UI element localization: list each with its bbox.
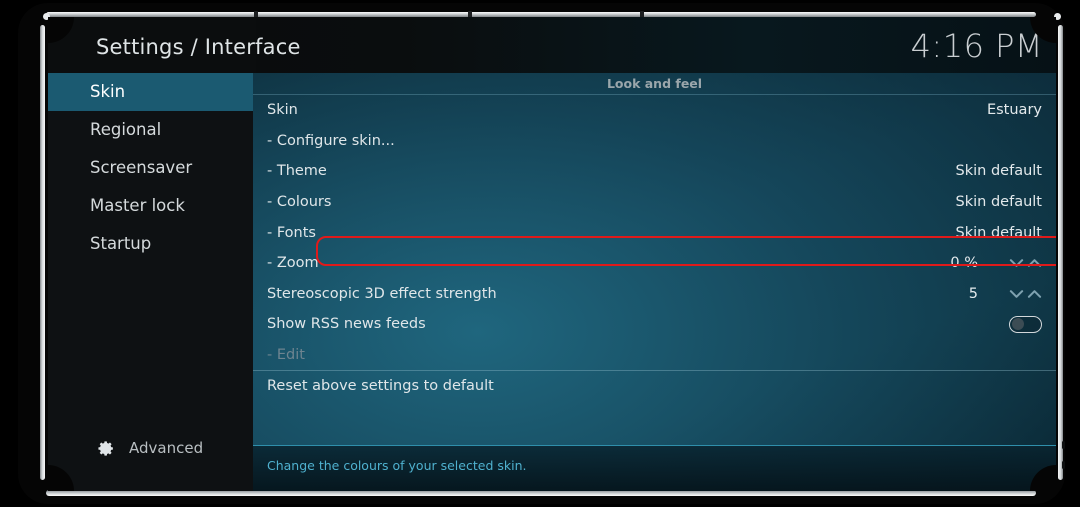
help-footer: Change the colours of your selected skin…: [253, 445, 1056, 491]
setting-row-show-rss-news-feeds[interactable]: Show RSS news feeds: [253, 309, 1056, 340]
setting-label: - Fonts: [267, 224, 316, 241]
sidebar-item-label: Startup: [90, 234, 152, 253]
page-title: Settings / Interface: [96, 35, 301, 59]
group-header: Look and feel: [253, 73, 1056, 95]
screen: Settings / Interface 4:16 PM Skin Region…: [48, 17, 1056, 491]
setting-label: Show RSS news feeds: [267, 316, 426, 333]
side-button[interactable]: [1062, 441, 1065, 449]
device-frame: Settings / Interface 4:16 PM Skin Region…: [18, 3, 1065, 504]
setting-row-edit: - Edit: [253, 340, 1056, 371]
settings-panel: Look and feel Skin Estuary - Configure s…: [253, 73, 1056, 491]
sidebar-item-screensaver[interactable]: Screensaver: [48, 149, 253, 187]
toggle-knob: [1012, 318, 1024, 331]
setting-row-theme[interactable]: - Theme Skin default: [253, 156, 1056, 187]
sidebar-item-label: Skin: [90, 82, 126, 101]
sidebar-item-label: Regional: [90, 120, 162, 139]
setting-value: 5: [968, 285, 978, 302]
setting-row-skin[interactable]: Skin Estuary: [253, 95, 1056, 126]
setting-row-zoom[interactable]: - Zoom 0 %: [253, 248, 1056, 279]
stereoscopic-spinner[interactable]: [998, 288, 1042, 300]
setting-label: Skin: [267, 102, 298, 119]
gear-icon: [98, 440, 115, 457]
sidebar-item-startup[interactable]: Startup: [48, 225, 253, 263]
setting-label: - Configure skin...: [267, 132, 395, 149]
setting-value: Estuary: [986, 102, 1042, 119]
chevron-up-icon[interactable]: [1027, 257, 1042, 269]
setting-row-configure-skin[interactable]: - Configure skin...: [253, 126, 1056, 157]
sidebar-item-label: Screensaver: [90, 158, 193, 177]
zoom-spinner[interactable]: [998, 257, 1042, 269]
setting-row-reset-to-default[interactable]: Reset above settings to default: [253, 370, 1056, 401]
setting-row-stereoscopic-3d[interactable]: Stereoscopic 3D effect strength 5: [253, 279, 1056, 310]
advanced-button-label: Advanced: [129, 439, 204, 457]
side-button[interactable]: [1062, 461, 1065, 469]
clock: 4:16 PM: [910, 27, 1043, 65]
top-bar: Settings / Interface 4:16 PM: [48, 17, 1056, 73]
help-text: Change the colours of your selected skin…: [267, 458, 527, 473]
advanced-button[interactable]: Advanced: [48, 433, 253, 463]
sidebar-item-regional[interactable]: Regional: [48, 111, 253, 149]
setting-label: - Colours: [267, 194, 332, 211]
sidebar-item-label: Master lock: [90, 196, 185, 215]
setting-row-colours[interactable]: - Colours Skin default: [253, 187, 1056, 218]
rss-toggle-switch[interactable]: [1009, 315, 1042, 333]
setting-value: Skin default: [955, 194, 1042, 211]
setting-value: 0 %: [950, 255, 978, 272]
setting-label: - Zoom: [267, 255, 319, 272]
sidebar: Skin Regional Screensaver Master lock St…: [48, 73, 253, 491]
sidebar-item-master-lock[interactable]: Master lock: [48, 187, 253, 225]
setting-value: Skin default: [955, 224, 1042, 241]
sidebar-item-skin[interactable]: Skin: [48, 73, 253, 111]
setting-value: Skin default: [955, 163, 1042, 180]
chevron-down-icon[interactable]: [1009, 257, 1024, 269]
bezel-left: [40, 25, 45, 480]
chevron-up-icon[interactable]: [1027, 288, 1042, 300]
setting-row-fonts[interactable]: - Fonts Skin default: [253, 217, 1056, 248]
setting-label: Stereoscopic 3D effect strength: [267, 285, 497, 302]
setting-label: Reset above settings to default: [267, 378, 494, 395]
setting-label: - Theme: [267, 163, 327, 180]
setting-label: - Edit: [267, 347, 305, 364]
chevron-down-icon[interactable]: [1009, 288, 1024, 300]
bezel-right: [1058, 25, 1063, 480]
